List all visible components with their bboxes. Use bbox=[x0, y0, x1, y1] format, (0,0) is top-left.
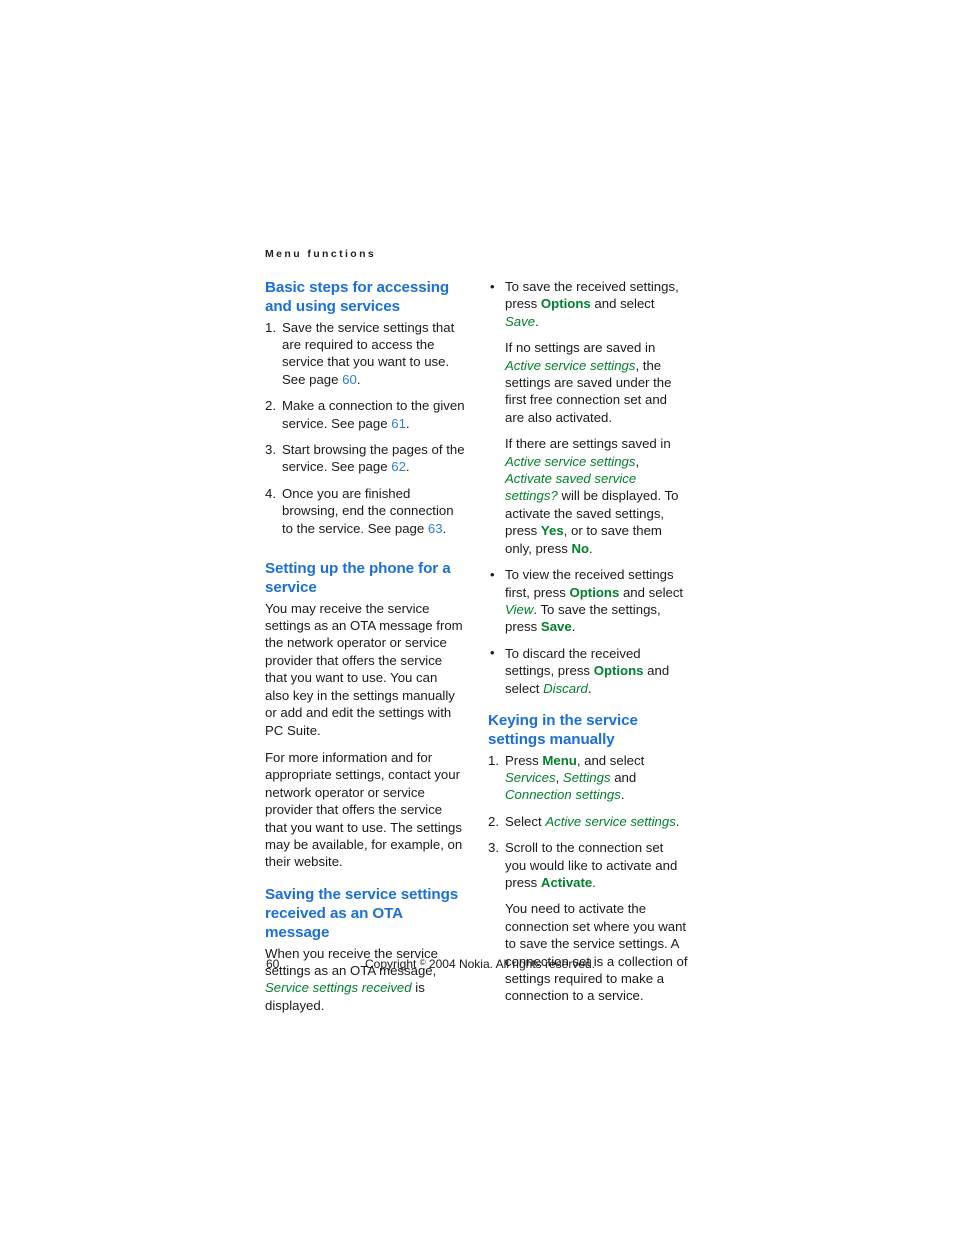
list-item: 3. Scroll to the connection set you would… bbox=[488, 839, 688, 1005]
text-run: If there are settings saved in bbox=[505, 436, 671, 452]
paragraph: You may receive the service settings as … bbox=[265, 600, 463, 738]
text-run: Select bbox=[505, 813, 546, 829]
text-run: If no settings are saved in bbox=[505, 340, 656, 356]
ui-key-label: No bbox=[571, 540, 590, 556]
list-marker: 2. bbox=[488, 813, 499, 829]
list-item: • To discard the received settings, pres… bbox=[488, 645, 688, 697]
ui-key-label: Options bbox=[593, 663, 644, 679]
text-run: . bbox=[592, 874, 596, 890]
list-item: • To view the received settings first, p… bbox=[488, 566, 688, 636]
text-run: Copyright bbox=[364, 957, 420, 971]
list-item: 2. Make a connection to the given service… bbox=[265, 397, 465, 432]
ui-key-label: Options bbox=[569, 584, 620, 600]
list-item: 1. Press Menu, and select Services, Setti… bbox=[488, 752, 688, 804]
text-run: 2004 Nokia. All rights reserved. bbox=[425, 957, 596, 971]
text-run: . bbox=[675, 813, 680, 829]
ui-key-label: Menu bbox=[542, 752, 577, 768]
page-reference-link[interactable]: 60 bbox=[342, 372, 357, 387]
bullet-text: To discard the received settings, press … bbox=[505, 646, 669, 696]
ui-menu-text: Services bbox=[505, 769, 556, 785]
list-text: Save the service settings that are requi… bbox=[282, 319, 455, 387]
list-marker: 1. bbox=[488, 752, 499, 768]
page-reference-link[interactable]: 62 bbox=[391, 459, 406, 474]
list-marker: 3. bbox=[488, 840, 499, 856]
text-run: , bbox=[635, 453, 640, 469]
list-text: Start browsing the pages of the service.… bbox=[282, 442, 465, 475]
list-marker: 1. bbox=[265, 319, 276, 335]
ui-key-label: Save bbox=[540, 619, 572, 635]
list-item: • To save the received settings, press O… bbox=[488, 278, 688, 557]
ui-key-label: Yes bbox=[540, 523, 564, 539]
text-run: . bbox=[589, 540, 593, 556]
running-head: Menu functions bbox=[265, 248, 377, 260]
ui-menu-text: Service settings received bbox=[265, 980, 412, 996]
text-run: , bbox=[555, 769, 563, 785]
text-run: . bbox=[535, 313, 539, 329]
ui-menu-text: Settings bbox=[562, 769, 611, 785]
list-item: 2. Select Active service settings. bbox=[488, 813, 688, 830]
list-text-tail: . bbox=[442, 520, 447, 536]
section-title-keying-in-manually: Keying in the service settings manually bbox=[488, 711, 638, 749]
list-text-tail: . bbox=[405, 415, 410, 431]
bullet-icon: • bbox=[490, 566, 495, 582]
right-column: • To save the received settings, press O… bbox=[488, 278, 688, 1005]
ui-menu-text: View bbox=[505, 601, 534, 617]
ui-menu-text: Active service settings bbox=[545, 813, 676, 829]
left-column: Basic steps for accessing and using serv… bbox=[265, 278, 465, 1014]
manual-page: Menu functions Basic steps for accessing… bbox=[0, 0, 954, 1235]
footer-page-number: 60 bbox=[266, 957, 280, 971]
list-item: 4. Once you are finished browsing, end th… bbox=[265, 485, 465, 537]
sub-paragraph: You need to activate the connection set … bbox=[505, 901, 688, 1004]
ui-menu-text: Connection settings bbox=[505, 787, 621, 803]
text-run: . bbox=[587, 680, 592, 696]
bullet-text: To save the received settings, press Opt… bbox=[505, 279, 679, 329]
basic-steps-list: 1. Save the service settings that are req… bbox=[265, 319, 465, 537]
text-run: and select bbox=[590, 296, 655, 312]
text-run: . bbox=[620, 787, 625, 803]
ui-key-label: Activate bbox=[540, 874, 593, 890]
paragraph: For more information and for appropriate… bbox=[265, 749, 463, 870]
ui-menu-text: Discard bbox=[543, 680, 588, 696]
text-run: . bbox=[571, 619, 576, 635]
list-item: 3. Start browsing the pages of the servic… bbox=[265, 441, 465, 476]
list-text: Make a connection to the given service. … bbox=[282, 398, 465, 431]
section-title-basic-steps: Basic steps for accessing and using serv… bbox=[265, 279, 450, 316]
ui-menu-text: Save bbox=[505, 313, 536, 329]
paragraph: When you receive the service settings as… bbox=[265, 945, 465, 1015]
list-marker: 2. bbox=[265, 398, 276, 414]
list-marker: 3. bbox=[265, 442, 276, 458]
ui-key-label: Options bbox=[540, 296, 591, 312]
bullet-icon: • bbox=[490, 278, 495, 294]
list-text-tail: . bbox=[356, 371, 361, 387]
bullet-icon: • bbox=[490, 645, 495, 661]
sub-paragraph: If no settings are saved in Active servi… bbox=[505, 339, 688, 426]
sub-paragraph: If there are settings saved in Active se… bbox=[505, 435, 688, 557]
list-marker: 4. bbox=[265, 485, 276, 501]
bullet-text: To view the received settings first, pre… bbox=[505, 567, 683, 634]
footer-copyright: Copyright © 2004 Nokia. All rights reser… bbox=[265, 957, 695, 971]
page-reference-link[interactable]: 63 bbox=[428, 521, 443, 536]
text-run: and bbox=[610, 769, 637, 785]
list-item: 1. Save the service settings that are req… bbox=[265, 319, 465, 389]
ui-menu-text: Active service settings bbox=[505, 357, 636, 373]
list-text-tail: . bbox=[405, 459, 410, 475]
text-run: , and select bbox=[576, 752, 645, 768]
section-title-setting-up-phone: Setting up the phone for a service bbox=[265, 560, 451, 597]
text-run: Press bbox=[505, 752, 543, 768]
page-reference-link[interactable]: 61 bbox=[391, 416, 406, 431]
section-title-saving-service-settings: Saving the service settings received as … bbox=[265, 885, 459, 942]
text-run: and select bbox=[619, 584, 684, 600]
received-settings-bullet-list: • To save the received settings, press O… bbox=[488, 278, 688, 697]
ui-menu-text: Active service settings bbox=[505, 453, 636, 469]
